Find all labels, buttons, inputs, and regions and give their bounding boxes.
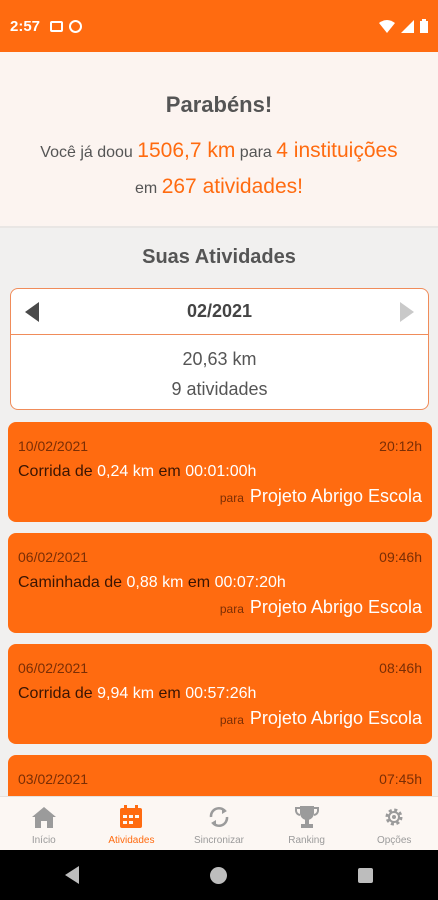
photo-notification-icon	[50, 20, 64, 32]
activity-destination: para Projeto Abrigo Escola	[219, 486, 422, 506]
summary-prefix: Você já doou	[40, 144, 133, 161]
tab-label: Opções	[376, 835, 412, 846]
activities-count: 267 atividades!	[161, 175, 303, 198]
activity-time: 20:12h	[379, 438, 422, 454]
activity-list[interactable]: 10/02/2021 20:12h Corrida de 0,24 km em …	[8, 422, 432, 796]
activity-time: 09:46h	[379, 549, 422, 565]
activity-date: 10/02/2021	[18, 438, 89, 454]
tab-atividades[interactable]: Atividades	[88, 797, 176, 850]
activity-date: 03/02/2021	[18, 771, 89, 787]
back-icon[interactable]	[65, 866, 80, 884]
total-distance: 1506,7 km	[137, 139, 236, 162]
battery-icon	[420, 19, 428, 33]
activity-time: 07:45h	[379, 771, 422, 787]
section-title: Suas Atividades	[142, 246, 296, 268]
activity-card[interactable]: 10/02/2021 20:12h Corrida de 0,24 km em …	[8, 422, 432, 522]
activity-duration: 00:01:00h	[185, 463, 257, 480]
tab-label: Início	[31, 835, 56, 846]
previous-month-arrow-icon[interactable]	[25, 302, 39, 322]
trophy-icon	[293, 805, 321, 829]
month-selector: 02/2021	[11, 289, 428, 335]
bottom-tab-bar: Início Atividades Sincronizar Ranking Op…	[0, 796, 438, 850]
congrats-panel: Parabéns! Você já doou 1506,7 km para 4 …	[0, 52, 438, 228]
next-month-arrow-icon[interactable]	[400, 302, 414, 322]
signal-icon	[401, 19, 414, 33]
wifi-icon	[379, 19, 395, 33]
activity-destination: para Projeto Abrigo Escola	[219, 708, 422, 728]
month-activity-count: 9 atividades	[171, 379, 268, 399]
activity-card[interactable]: 06/02/2021 08:46h Corrida de 9,94 km em …	[8, 644, 432, 744]
activity-description: Corrida de 9,94 km em 00:57:26h	[18, 685, 257, 702]
activity-description: Caminhada de 0,88 km em 00:07:20h	[18, 574, 286, 591]
sync-icon	[205, 805, 233, 829]
dnd-notification-icon	[69, 19, 83, 33]
congrats-title: Parabéns!	[165, 92, 273, 117]
calendar-icon	[117, 805, 145, 829]
month-distance: 20,63 km	[182, 349, 257, 369]
activity-distance: 0,88 km	[126, 574, 184, 591]
summary-em: em	[135, 180, 158, 197]
institutions-count: 4 instituições	[276, 139, 398, 162]
home-icon	[30, 805, 58, 829]
activity-card[interactable]: 03/02/2021 07:45h	[8, 755, 432, 796]
activity-distance: 9,94 km	[97, 685, 155, 702]
tab-label: Sincronizar	[193, 835, 244, 846]
tab-sincronizar[interactable]: Sincronizar	[175, 797, 263, 850]
tab-inicio[interactable]: Início	[0, 797, 88, 850]
summary-para: para	[239, 144, 272, 161]
activity-destination: para Projeto Abrigo Escola	[219, 597, 422, 617]
system-nav-bar	[0, 850, 438, 900]
activity-date: 06/02/2021	[18, 549, 89, 565]
activity-duration: 00:57:26h	[185, 685, 257, 702]
tab-label: Atividades	[108, 835, 155, 846]
activity-distance: 0,24 km	[97, 463, 155, 480]
activity-time: 08:46h	[379, 660, 422, 676]
gear-icon	[380, 805, 408, 829]
tab-label: Ranking	[288, 835, 325, 846]
tab-ranking[interactable]: Ranking	[263, 797, 351, 850]
status-time: 2:57	[10, 17, 41, 35]
activity-card[interactable]: 06/02/2021 09:46h Caminhada de 0,88 km e…	[8, 533, 432, 633]
recents-icon[interactable]	[357, 867, 373, 883]
month-label: 02/2021	[186, 301, 253, 321]
activity-duration: 00:07:20h	[214, 574, 286, 591]
month-summary: 02/2021 20,63 km 9 atividades	[10, 288, 429, 410]
activity-date: 06/02/2021	[18, 660, 89, 676]
activity-description: Corrida de 0,24 km em 00:01:00h	[18, 463, 257, 480]
tab-opcoes[interactable]: Opções	[350, 797, 438, 850]
home-button-icon[interactable]	[209, 866, 227, 884]
status-bar: 2:57	[0, 0, 438, 52]
donation-summary: Você já doou 1506,7 km para 4 instituiçõ…	[39, 134, 399, 206]
